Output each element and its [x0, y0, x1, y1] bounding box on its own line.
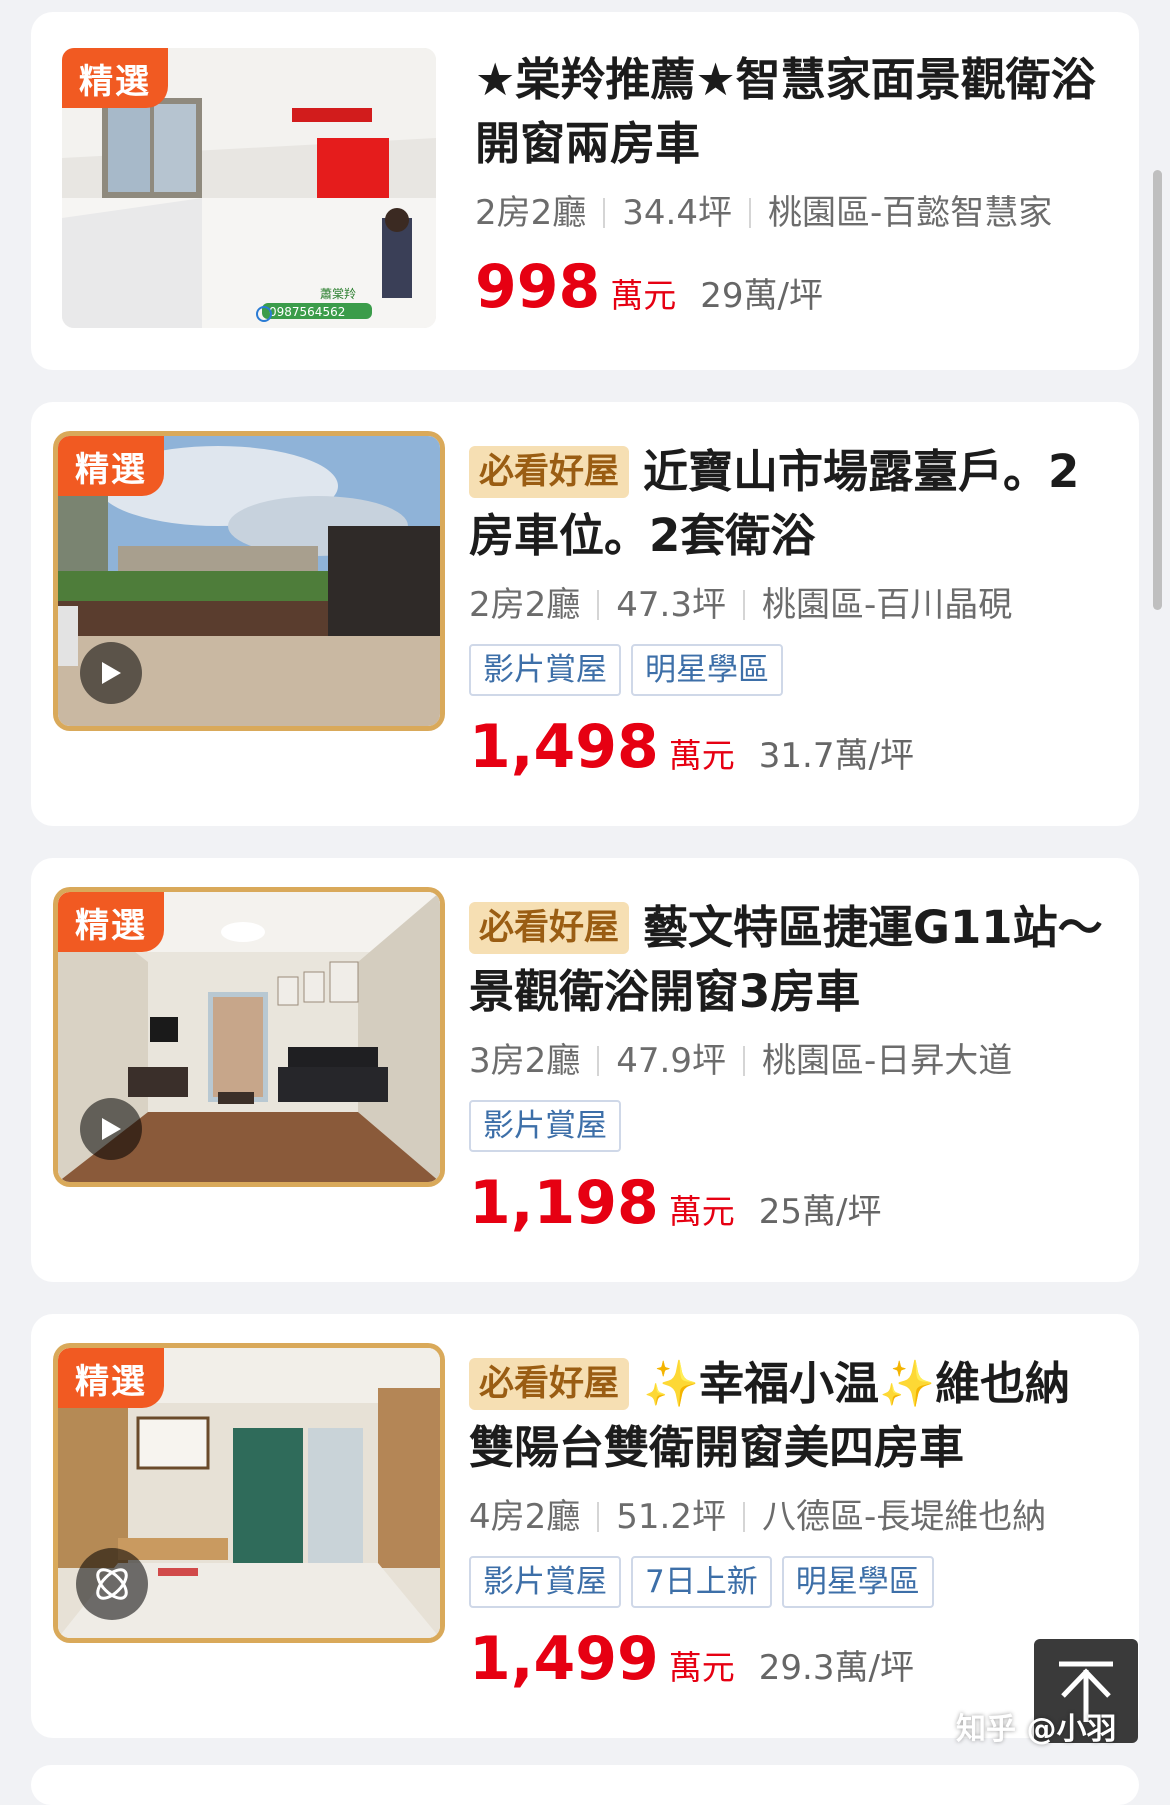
- listing-photo[interactable]: 精選: [58, 892, 440, 1182]
- listing-layout: 2房2廳: [469, 585, 581, 625]
- price-per-ping: 29.3萬/坪: [758, 1648, 914, 1688]
- listing-price: 1,498: [469, 712, 659, 782]
- listing-location: 桃園區-百懿智慧家: [767, 193, 1053, 233]
- listing-area: 34.4坪: [622, 193, 732, 233]
- listing-photo[interactable]: 精選: [58, 436, 440, 726]
- vr-tour-button[interactable]: [76, 1548, 148, 1620]
- price-per-ping: 31.7萬/坪: [758, 736, 914, 776]
- listing-meta: 3房2廳 47.9坪 桃園區-日昇大道: [469, 1036, 1109, 1086]
- listing-title[interactable]: 必看好屋 近寶山市場露臺戶。2房車位。2套衛浴: [469, 440, 1109, 568]
- tag-chip: 影片賞屋: [469, 644, 621, 696]
- price-per-ping: 25萬/坪: [758, 1192, 882, 1232]
- meta-divider: [742, 1502, 745, 1532]
- listing-info: 必看好屋 藝文特區捷運G11站～景觀衛浴開窗3房車 3房2廳 47.9坪 桃園區-日昇…: [469, 896, 1109, 1238]
- price-unit: 萬元: [668, 1192, 735, 1231]
- tag-chip: 影片賞屋: [469, 1556, 621, 1608]
- listing-location: 桃園區-百川晶硯: [761, 585, 1013, 625]
- meta-divider: [742, 590, 745, 620]
- svg-text:0987564562: 0987564562: [269, 305, 345, 319]
- listing-title[interactable]: ★棠羚推薦★智慧家面景觀衛浴開窗兩房車: [475, 48, 1109, 176]
- listing-card[interactable]: 精選 必看好屋 近寶山市場露臺戶。2房車位。2套衛浴 2房2廳 47.3坪 桃園區-百…: [31, 402, 1139, 826]
- listing-location: 桃園區-日昇大道: [761, 1041, 1013, 1081]
- featured-badge: 精選: [58, 892, 164, 952]
- listing-card[interactable]: 精選 必看好屋 ✨幸福小温✨維也納雙陽台雙衛開窗美四房車 4房2廳 51.2坪 八德區…: [31, 1314, 1139, 1738]
- play-video-button[interactable]: [80, 1098, 142, 1160]
- scrollbar[interactable]: [1153, 170, 1162, 610]
- listing-photo[interactable]: 精選: [58, 1348, 440, 1638]
- listing-title[interactable]: 必看好屋 ✨幸福小温✨維也納雙陽台雙衛開窗美四房車: [469, 1352, 1109, 1480]
- featured-badge: 精選: [58, 1348, 164, 1408]
- listing-tags: 影片賞屋: [469, 1100, 1109, 1152]
- price-unit: 萬元: [668, 1648, 735, 1687]
- listing-area: 47.9坪: [616, 1041, 726, 1081]
- listing-tags: 影片賞屋 明星學區: [469, 644, 1109, 696]
- listing-info: 必看好屋 近寶山市場露臺戶。2房車位。2套衛浴 2房2廳 47.3坪 桃園區-百川晶硯…: [469, 440, 1109, 782]
- listing-layout: 2房2廳: [475, 193, 587, 233]
- listing-meta: 2房2廳 47.3坪 桃園區-百川晶硯: [469, 580, 1109, 630]
- listing-area: 47.3坪: [616, 585, 726, 625]
- meta-divider: [597, 1046, 600, 1076]
- listing-tags: 影片賞屋 7日上新 明星學區: [469, 1556, 1109, 1608]
- hot-pick-badge: 必看好屋: [469, 446, 630, 498]
- listing-meta: 2房2廳 34.4坪 桃園區-百懿智慧家: [475, 188, 1109, 238]
- listing-meta: 4房2廳 51.2坪 八德區-長堤維也納: [469, 1492, 1109, 1542]
- listing-layout: 4房2廳: [469, 1497, 581, 1537]
- play-video-button[interactable]: [80, 642, 142, 704]
- play-icon: [102, 1118, 121, 1140]
- watermark: 知乎 @小羽: [956, 1712, 1117, 1747]
- listing-photo[interactable]: 0987564562 蕭棠羚 精選: [62, 48, 436, 328]
- listing-info: 必看好屋 ✨幸福小温✨維也納雙陽台雙衛開窗美四房車 4房2廳 51.2坪 八德區-長堤…: [469, 1352, 1109, 1694]
- price-row: 998 萬元 29萬/坪: [475, 252, 1109, 322]
- meta-divider: [748, 198, 751, 228]
- price-row: 1,498 萬元 31.7萬/坪: [469, 712, 1109, 782]
- meta-divider: [603, 198, 606, 228]
- meta-divider: [742, 1046, 745, 1076]
- listing-card-partial[interactable]: [31, 1765, 1139, 1805]
- tag-chip: 明星學區: [631, 644, 783, 696]
- listing-info: ★棠羚推薦★智慧家面景觀衛浴開窗兩房車 2房2廳 34.4坪 桃園區-百懿智慧家 9…: [475, 48, 1109, 322]
- hot-pick-badge: 必看好屋: [469, 902, 630, 954]
- listing-price: 1,499: [469, 1624, 659, 1694]
- listing-layout: 3房2廳: [469, 1041, 581, 1081]
- tag-chip: 影片賞屋: [469, 1100, 621, 1152]
- hot-pick-badge: 必看好屋: [469, 1358, 630, 1410]
- listing-location: 八德區-長堤維也納: [761, 1497, 1047, 1537]
- price-unit: 萬元: [610, 276, 677, 315]
- vr-icon: [96, 1568, 128, 1600]
- price-row: 1,499 萬元 29.3萬/坪: [469, 1624, 1109, 1694]
- price-row: 1,198 萬元 25萬/坪: [469, 1168, 1109, 1238]
- tag-chip: 明星學區: [781, 1556, 934, 1608]
- play-icon: [102, 662, 121, 684]
- listing-price: 1,198: [469, 1168, 659, 1238]
- price-unit: 萬元: [668, 736, 735, 775]
- meta-divider: [597, 1502, 600, 1532]
- tag-chip: 7日上新: [631, 1556, 772, 1608]
- listing-card[interactable]: 精選 必看好屋 藝文特區捷運G11站～景觀衛浴開窗3房車 3房2廳 47.9坪 桃園區…: [31, 858, 1139, 1282]
- listing-price: 998: [475, 252, 601, 322]
- svg-text:蕭棠羚: 蕭棠羚: [320, 286, 356, 301]
- featured-badge: 精選: [58, 436, 164, 496]
- price-per-ping: 29萬/坪: [700, 276, 823, 316]
- featured-badge: 精選: [62, 48, 168, 108]
- meta-divider: [597, 590, 600, 620]
- listing-title[interactable]: 必看好屋 藝文特區捷運G11站～景觀衛浴開窗3房車: [469, 896, 1109, 1024]
- listing-area: 51.2坪: [616, 1497, 726, 1537]
- listing-card[interactable]: 0987564562 蕭棠羚 精選 ★棠羚推薦★智慧家面景觀衛浴開窗兩房車 2房…: [31, 12, 1139, 370]
